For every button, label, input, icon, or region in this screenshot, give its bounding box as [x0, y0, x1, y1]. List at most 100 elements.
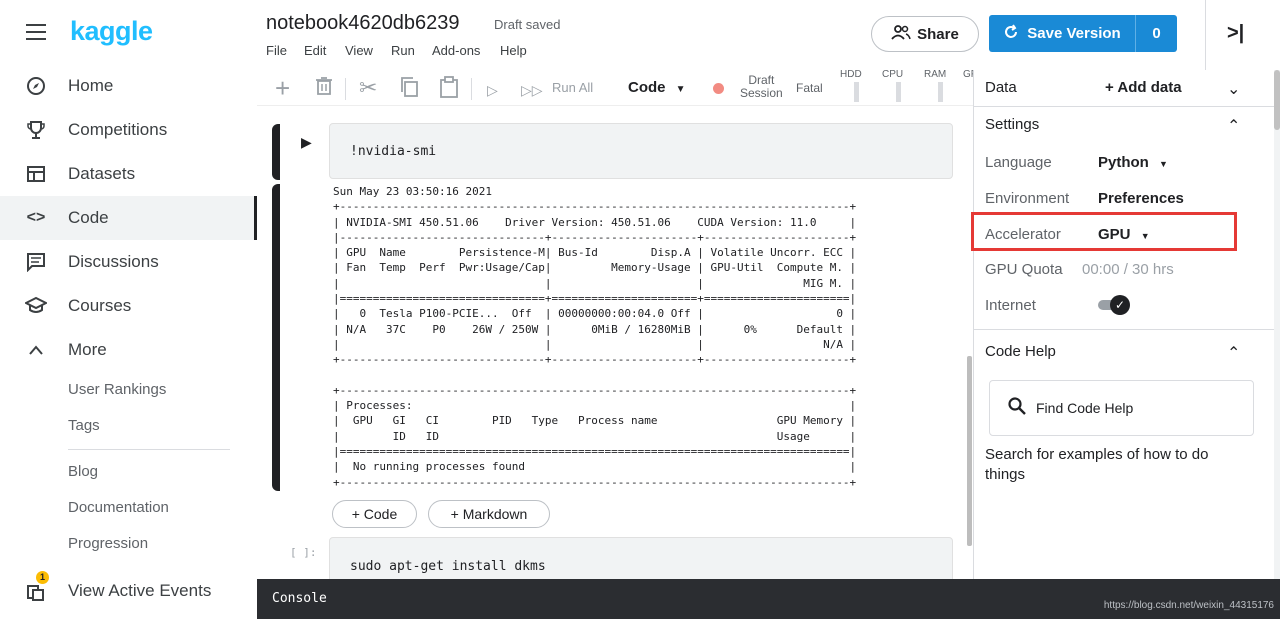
language-label: Language: [985, 154, 1052, 171]
watermark-text: https://blog.csdn.net/weixin_44315176: [1103, 600, 1274, 611]
sidebar-item-label: Courses: [68, 296, 132, 315]
compass-icon: [24, 74, 48, 98]
sidebar-link-progression[interactable]: Progression: [68, 535, 148, 552]
sidebar-item-code[interactable]: <> Code: [0, 196, 257, 240]
table-icon: [24, 162, 48, 186]
gpu-quota-label: GPU Quota: [985, 261, 1063, 278]
search-icon: [1008, 396, 1026, 420]
cut-icon[interactable]: ✂: [359, 76, 377, 100]
header-divider: [1205, 0, 1206, 70]
code-help-section-title[interactable]: Code Help: [985, 343, 1056, 360]
cell-type-label: Code: [628, 79, 666, 96]
chevron-up-icon[interactable]: ⌃: [1227, 116, 1240, 136]
panel-scrollbar[interactable]: [1274, 70, 1280, 579]
panel-scroll-thumb[interactable]: [1274, 70, 1280, 130]
version-count[interactable]: 0: [1136, 15, 1177, 52]
chat-icon: [24, 250, 48, 274]
chevron-down-icon[interactable]: ⌄: [1227, 79, 1240, 99]
environment-preferences-link[interactable]: Preferences: [1098, 190, 1184, 207]
code-help-description: Search for examples of how to do things: [985, 446, 1209, 483]
sidebar-item-label: Discussions: [68, 252, 159, 271]
settings-section-title[interactable]: Settings: [985, 116, 1039, 133]
add-markdown-cell-button[interactable]: + Markdown: [428, 500, 550, 528]
right-panel: Data + Add data ⌄ Settings ⌃ Language Py…: [971, 70, 1280, 579]
environment-label: Environment: [985, 190, 1070, 207]
accelerator-highlight-box: [971, 212, 1237, 251]
delete-icon[interactable]: [315, 76, 333, 101]
gpu-quota-value: 00:00 / 30 hrs: [1082, 261, 1174, 278]
internet-toggle[interactable]: ✓: [1098, 295, 1130, 315]
menu-help[interactable]: Help: [500, 43, 527, 58]
add-code-cell-button[interactable]: + Code: [332, 500, 417, 528]
run-all-button[interactable]: Run All: [552, 80, 593, 95]
save-status: Draft saved: [494, 17, 561, 32]
notebook-scrollbar[interactable]: [967, 356, 972, 546]
sidebar-item-discussions[interactable]: Discussions: [0, 240, 257, 284]
save-version-button[interactable]: Save Version 0: [989, 15, 1177, 52]
cell-type-select[interactable]: Code ▼: [628, 79, 686, 96]
panel-divider: [974, 329, 1274, 330]
notebook-cells: ▶ !nvidia-smi Sun May 23 03:50:16 2021 +…: [257, 106, 973, 579]
find-code-help-input[interactable]: Find Code Help: [989, 380, 1254, 436]
sidebar-item-more[interactable]: More: [0, 328, 257, 372]
session-line-2: Session: [740, 86, 783, 100]
meter-hdd-label: HDD: [840, 69, 862, 80]
add-cell-icon[interactable]: +: [275, 75, 290, 101]
trophy-icon: [24, 118, 48, 142]
code-cell-1[interactable]: !nvidia-smi: [329, 123, 953, 179]
sidebar-link-user-rankings[interactable]: User Rankings: [68, 381, 166, 398]
internet-label: Internet: [985, 297, 1036, 314]
events-count-badge: 1: [36, 571, 49, 584]
menu-view[interactable]: View: [345, 43, 373, 58]
console-label: Console: [272, 591, 327, 606]
share-button[interactable]: Share: [871, 16, 979, 52]
run-cell-icon[interactable]: ▷: [487, 78, 498, 102]
notebook-title[interactable]: notebook4620db6239: [266, 12, 460, 35]
session-status-text: Fatal: [796, 81, 823, 95]
sidebar-item-courses[interactable]: Courses: [0, 284, 257, 328]
console-bar[interactable]: Console https://blog.csdn.net/weixin_443…: [257, 579, 1280, 619]
sidebar-item-competitions[interactable]: Competitions: [0, 108, 257, 152]
meter-hdd-bar: [854, 82, 859, 102]
save-version-label: Save Version: [1027, 25, 1121, 42]
save-version-main[interactable]: Save Version: [989, 15, 1135, 52]
menu-edit[interactable]: Edit: [304, 43, 326, 58]
sidebar-link-tags[interactable]: Tags: [68, 417, 100, 434]
cell-selection-bar: [272, 124, 280, 180]
add-data-button[interactable]: + Add data: [1105, 79, 1182, 96]
code-icon: <>: [26, 209, 46, 226]
caret-down-icon: ▼: [675, 84, 686, 95]
meter-gpu-label: GPU: [963, 70, 985, 80]
sidebar-item-datasets[interactable]: Datasets: [0, 152, 257, 196]
left-sidebar: kaggle Home Competitions Datasets <> Cod…: [0, 0, 257, 619]
menu-add-ons[interactable]: Add-ons: [432, 43, 480, 58]
sidebar-item-label: Competitions: [68, 120, 168, 139]
run-cell-button[interactable]: ▶: [301, 134, 312, 151]
sidebar-divider: [68, 449, 230, 450]
language-select[interactable]: Python ▼: [1098, 154, 1168, 171]
sidebar-link-blog[interactable]: Blog: [68, 463, 98, 480]
code-cell-2[interactable]: sudo apt-get install dkms: [329, 537, 953, 579]
sidebar-link-documentation[interactable]: Documentation: [68, 499, 169, 516]
collapse-panel-icon[interactable]: >|: [1227, 22, 1244, 45]
copy-icon[interactable]: [399, 76, 419, 103]
code-cell-1-text: !nvidia-smi: [350, 144, 437, 159]
hamburger-menu-icon[interactable]: [26, 24, 46, 40]
refresh-icon: [1003, 23, 1019, 44]
sidebar-item-home[interactable]: Home: [0, 64, 257, 108]
chevron-up-icon[interactable]: ⌃: [1227, 343, 1240, 363]
output-selection-bar: [272, 184, 280, 491]
meter-ram-label: RAM: [924, 69, 947, 80]
kaggle-logo[interactable]: kaggle: [70, 16, 153, 47]
menu-run[interactable]: Run: [391, 43, 415, 58]
chevron-up-icon: [24, 338, 48, 362]
paste-icon[interactable]: [439, 76, 459, 103]
sidebar-item-label: Datasets: [68, 164, 136, 183]
menu-file[interactable]: File: [266, 43, 287, 58]
caret-down-icon: ▼: [1159, 159, 1168, 169]
language-value: Python: [1098, 154, 1149, 171]
data-section-title[interactable]: Data: [985, 79, 1017, 96]
draft-session-label[interactable]: Draft Session: [740, 74, 783, 100]
run-all-icon[interactable]: ▷▷: [521, 78, 543, 102]
cell-1-output: Sun May 23 03:50:16 2021 +--------------…: [333, 185, 857, 489]
